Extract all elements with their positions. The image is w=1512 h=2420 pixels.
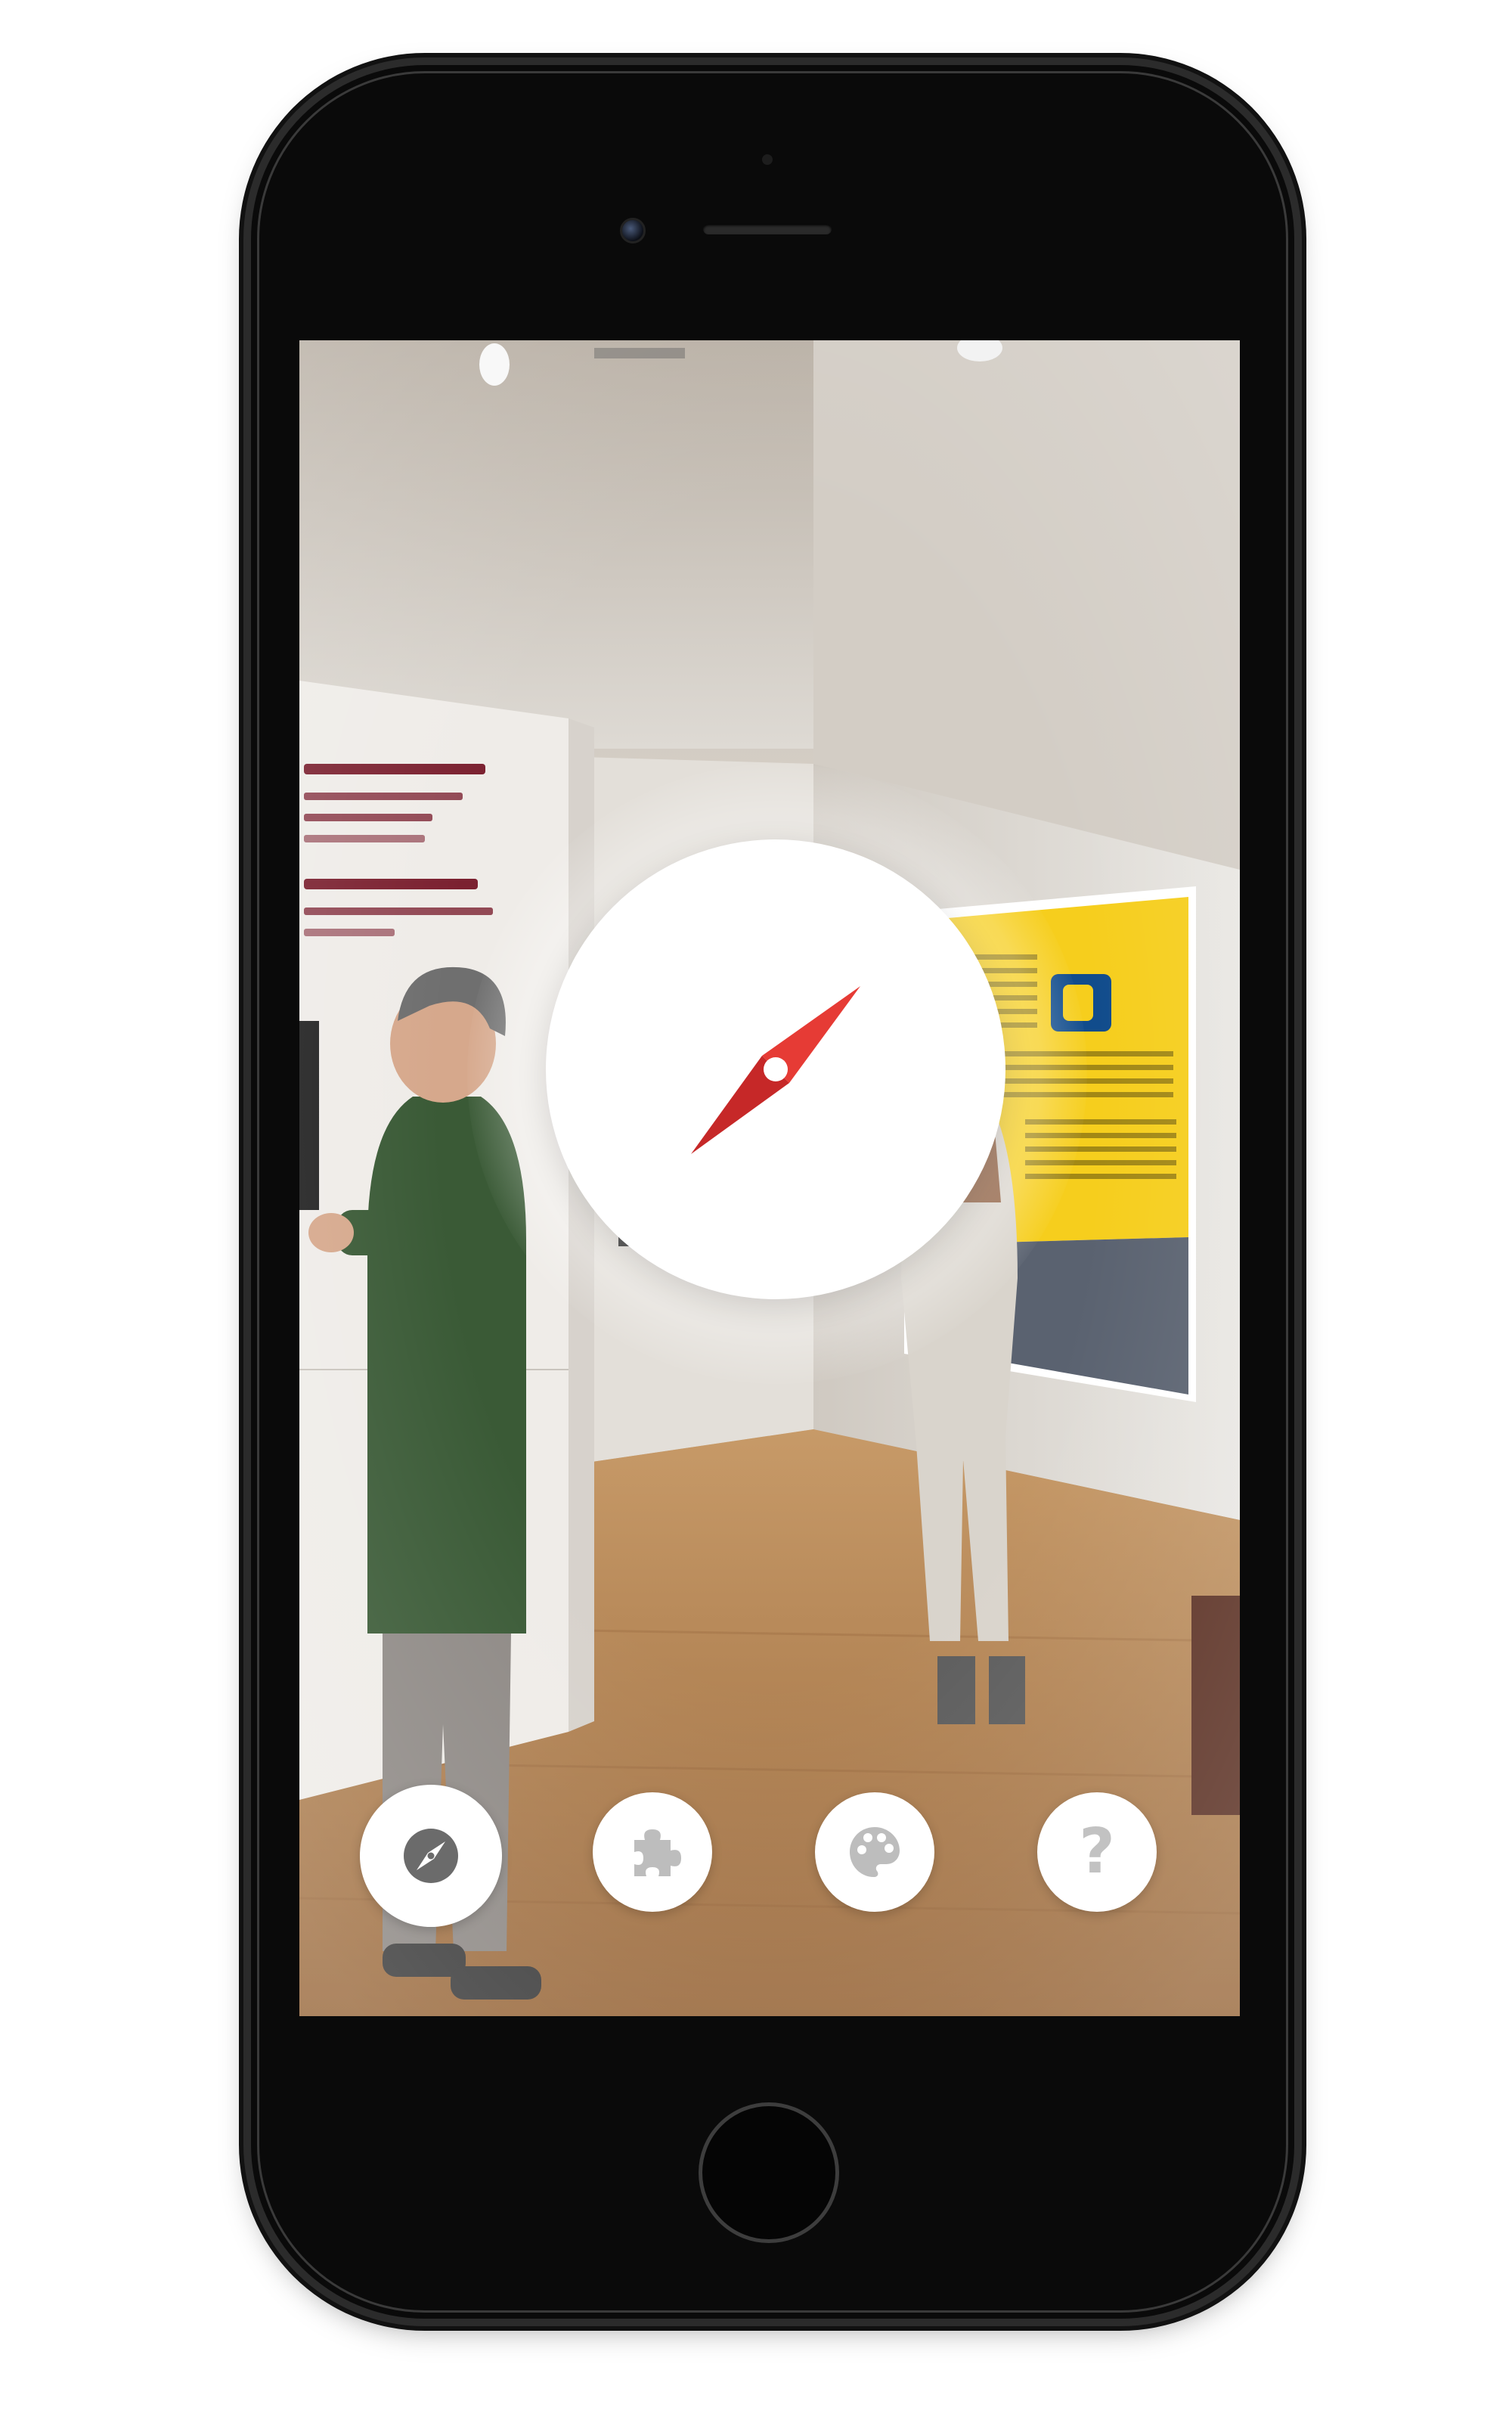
compass-icon	[404, 1829, 458, 1883]
nav-help-button[interactable]: ?	[1037, 1792, 1157, 1912]
mute-switch	[240, 387, 251, 463]
earpiece-speaker	[703, 224, 832, 234]
device-mockup: ?	[0, 0, 1512, 2420]
compass-icon	[691, 986, 860, 1154]
nav-palette-button[interactable]	[815, 1792, 934, 1912]
puzzle-icon	[634, 1829, 681, 1876]
front-camera	[620, 218, 646, 244]
nav-explore-button[interactable]	[360, 1785, 502, 1927]
proximity-sensor	[762, 154, 773, 165]
nav-puzzle-button[interactable]	[593, 1792, 712, 1912]
explore-compass-button[interactable]	[546, 839, 1005, 1299]
bottom-navigation: ?	[299, 1785, 1240, 1936]
help-icon: ?	[1079, 1816, 1115, 1888]
volume-up-button	[240, 514, 251, 605]
volume-down-button	[240, 635, 251, 726]
palette-icon	[850, 1827, 900, 1877]
power-button	[1294, 499, 1305, 597]
app-screen: ?	[299, 340, 1240, 2016]
home-button[interactable]	[699, 2102, 839, 2243]
